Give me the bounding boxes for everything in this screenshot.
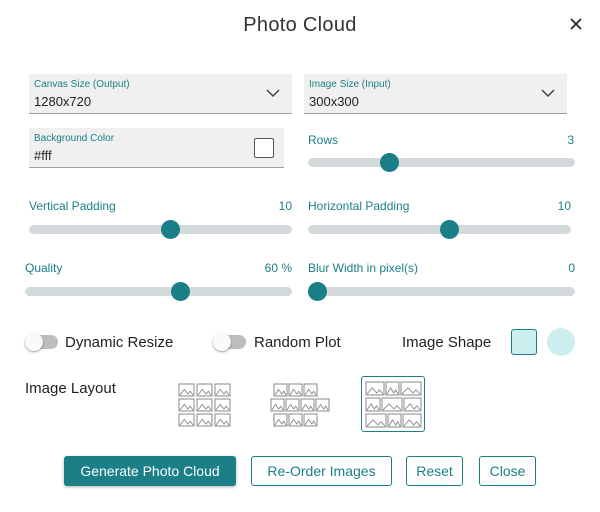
blur-width-value: 0 xyxy=(568,261,575,275)
background-color-value: #fff xyxy=(34,148,52,163)
image-thumb-icon xyxy=(365,413,387,428)
chevron-down-icon xyxy=(266,89,280,98)
image-thumb-icon xyxy=(365,397,381,412)
close-icon[interactable] xyxy=(566,14,586,34)
image-thumb-icon xyxy=(385,381,400,396)
image-layout-label: Image Layout xyxy=(25,380,116,397)
image-thumb-icon xyxy=(403,397,422,412)
image-thumb-icon xyxy=(214,383,231,397)
chevron-down-icon xyxy=(541,89,555,98)
image-thumb-icon xyxy=(178,398,195,412)
dialog-title: Photo Cloud xyxy=(243,14,357,36)
background-color-field[interactable]: Background Color #fff xyxy=(29,128,284,168)
rows-value: 3 xyxy=(567,133,574,147)
image-thumb-icon xyxy=(387,413,402,428)
image-thumb-icon xyxy=(196,383,213,397)
staggered-layout-icon xyxy=(270,383,330,427)
reset-button[interactable]: Reset xyxy=(406,456,463,486)
quality-slider-track[interactable] xyxy=(25,287,292,296)
generate-photo-cloud-button[interactable]: Generate Photo Cloud xyxy=(64,456,236,486)
blur-width-slider-thumb[interactable] xyxy=(308,282,327,301)
vertical-padding-label: Vertical Padding xyxy=(29,199,116,213)
image-thumb-icon xyxy=(381,397,403,412)
vertical-padding-value: 10 xyxy=(278,199,292,213)
image-thumb-icon xyxy=(178,413,195,427)
canvas-size-value: 1280x720 xyxy=(34,94,92,109)
horizontal-padding-slider-thumb[interactable] xyxy=(439,220,459,239)
canvas-size-select[interactable]: Canvas Size (Output) 1280x720 xyxy=(29,74,292,114)
rows-slider-thumb[interactable] xyxy=(379,153,399,172)
image-thumb-icon xyxy=(400,381,422,396)
dynamic-resize-toggle[interactable] xyxy=(25,333,58,351)
mosaic-layout-icon xyxy=(365,381,422,428)
image-thumb-icon xyxy=(315,398,330,412)
dynamic-resize-label: Dynamic Resize xyxy=(65,334,174,351)
random-plot-label: Random Plot xyxy=(254,334,341,351)
image-thumb-icon xyxy=(273,413,288,427)
layout-option-1[interactable] xyxy=(174,378,238,434)
horizontal-padding-value: 10 xyxy=(557,199,571,213)
quality-value: 60 % xyxy=(264,261,292,275)
shape-square-option[interactable] xyxy=(511,329,537,355)
image-thumb-icon xyxy=(288,413,303,427)
image-thumb-icon xyxy=(303,413,318,427)
image-thumb-icon xyxy=(365,381,385,396)
quality-slider-thumb[interactable] xyxy=(171,282,191,301)
layout-option-3[interactable] xyxy=(361,376,425,432)
image-thumb-icon xyxy=(178,383,195,397)
image-thumb-icon xyxy=(270,398,285,412)
random-plot-toggle[interactable] xyxy=(213,333,246,351)
vertical-padding-slider-thumb[interactable] xyxy=(160,220,180,239)
quality-label: Quality xyxy=(25,261,63,275)
blur-width-label: Blur Width in pixel(s) xyxy=(308,261,419,275)
image-thumb-icon xyxy=(300,398,315,412)
color-swatch-checkbox[interactable] xyxy=(254,138,274,158)
image-thumb-icon xyxy=(303,383,318,397)
background-color-label: Background Color xyxy=(34,133,115,144)
reorder-images-button[interactable]: Re-Order Images xyxy=(251,456,392,486)
image-size-label: Image Size (Input) xyxy=(309,79,391,90)
rows-label: Rows xyxy=(308,133,339,147)
close-button[interactable]: Close xyxy=(479,456,536,486)
image-thumb-icon xyxy=(214,398,231,412)
shape-circle-option[interactable] xyxy=(547,328,575,356)
image-thumb-icon xyxy=(288,383,303,397)
rows-slider-track[interactable] xyxy=(308,158,575,167)
horizontal-padding-label: Horizontal Padding xyxy=(308,199,410,213)
image-size-select[interactable]: Image Size (Input) 300x300 xyxy=(304,74,567,114)
blur-width-slider-track[interactable] xyxy=(308,287,575,296)
layout-option-2[interactable] xyxy=(267,378,331,434)
image-shape-label: Image Shape xyxy=(402,334,492,351)
image-thumb-icon xyxy=(196,413,213,427)
image-thumb-icon xyxy=(285,398,300,412)
image-thumb-icon xyxy=(402,413,422,428)
image-size-value: 300x300 xyxy=(309,94,359,109)
image-thumb-icon xyxy=(196,398,213,412)
canvas-size-label: Canvas Size (Output) xyxy=(34,79,130,90)
image-thumb-icon xyxy=(273,383,288,397)
grid-layout-icon xyxy=(178,383,231,427)
image-thumb-icon xyxy=(214,413,231,427)
